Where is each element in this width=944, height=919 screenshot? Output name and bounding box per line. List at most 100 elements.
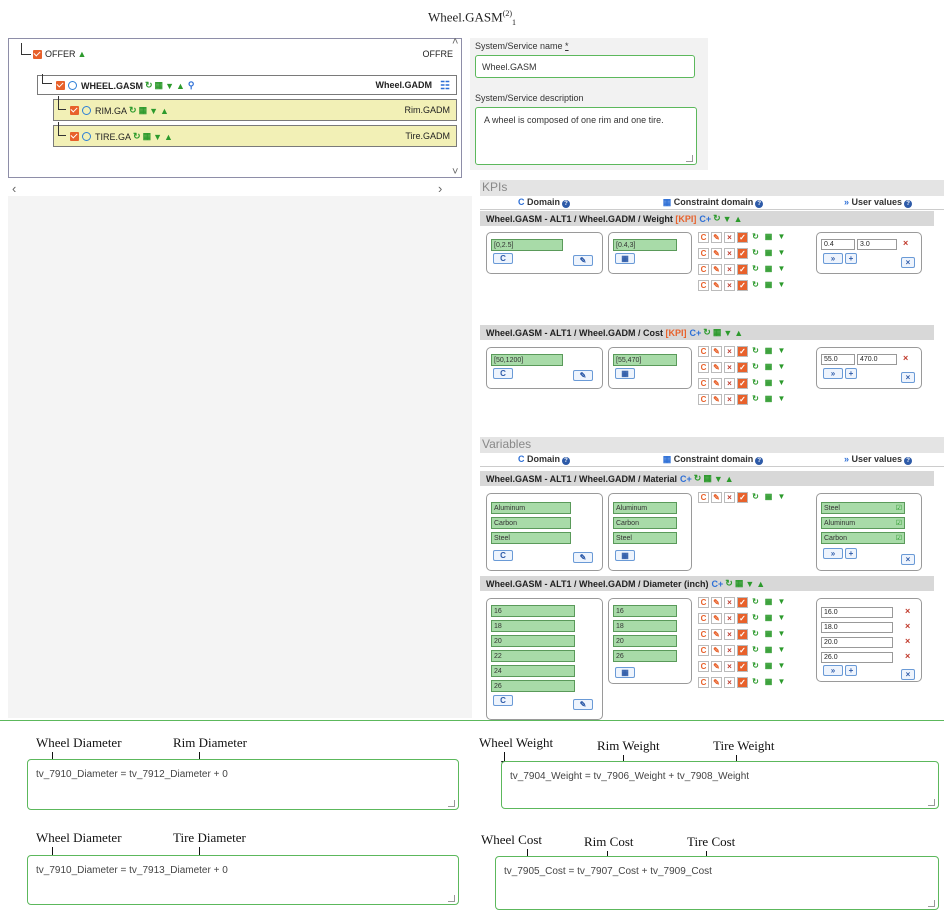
hierarchy-icon[interactable]: ☷ bbox=[440, 79, 450, 92]
user-min-input[interactable]: 0.4 bbox=[821, 239, 855, 250]
constraint-value[interactable]: 16 bbox=[613, 605, 677, 617]
add-button[interactable]: + bbox=[845, 548, 857, 559]
tree-node-offer[interactable]: OFFER ▲ bbox=[33, 49, 86, 59]
checkbox-icon[interactable]: ✓ bbox=[737, 645, 748, 656]
edit-icon[interactable]: ✎ bbox=[711, 264, 722, 275]
checkbox-icon[interactable] bbox=[56, 81, 65, 90]
refresh-icon[interactable]: ↻ bbox=[145, 80, 153, 91]
calculator-icon[interactable]: ▦ bbox=[763, 232, 774, 243]
delete-icon[interactable]: × bbox=[724, 677, 735, 688]
filter-icon[interactable]: ▼ bbox=[723, 214, 732, 224]
forward-button[interactable]: » bbox=[823, 548, 843, 559]
delete-icon[interactable]: × bbox=[724, 264, 735, 275]
edit-icon[interactable]: ✎ bbox=[711, 232, 722, 243]
filter-icon[interactable]: ▼ bbox=[776, 248, 787, 259]
constraint-value[interactable]: [0.4,3] bbox=[613, 239, 677, 251]
filter-icon[interactable]: ▼ bbox=[776, 378, 787, 389]
calculator-icon[interactable]: ▦ bbox=[763, 492, 774, 503]
filter-icon[interactable]: ▼ bbox=[776, 232, 787, 243]
checkbox-icon[interactable]: ✓ bbox=[737, 613, 748, 624]
scroll-down-icon[interactable]: ˅ bbox=[452, 166, 458, 178]
filter-icon[interactable]: ▼ bbox=[776, 264, 787, 275]
clear-button[interactable]: × bbox=[901, 372, 915, 383]
calculator-button[interactable]: ▦ bbox=[615, 253, 635, 264]
checkbox-icon[interactable]: ✓ bbox=[737, 492, 748, 503]
constraint-value[interactable]: Aluminum bbox=[613, 502, 677, 514]
c-icon[interactable]: C bbox=[698, 629, 709, 640]
c-icon[interactable]: C bbox=[698, 645, 709, 656]
c-icon[interactable]: C bbox=[698, 264, 709, 275]
c-icon[interactable]: C bbox=[698, 597, 709, 608]
calculator-icon[interactable]: ▦ bbox=[763, 378, 774, 389]
filter-icon[interactable]: ▼ bbox=[149, 106, 158, 116]
calculator-icon[interactable]: ▦ bbox=[763, 362, 774, 373]
refresh-icon[interactable]: ↻ bbox=[750, 629, 761, 640]
refresh-icon[interactable]: ↻ bbox=[750, 492, 761, 503]
refresh-icon[interactable]: ↻ bbox=[750, 280, 761, 291]
c-icon[interactable]: C bbox=[698, 248, 709, 259]
domain-value[interactable]: [0,2.5] bbox=[491, 239, 563, 251]
domain-value[interactable]: 24 bbox=[491, 665, 575, 677]
forward-button[interactable]: » bbox=[823, 665, 843, 676]
delete-icon[interactable]: × bbox=[905, 606, 910, 616]
tree-node-tire[interactable]: TIRE.GA ↻ ▦ ▼ ▲ Tire.GADM bbox=[53, 122, 457, 147]
name-input[interactable]: Wheel.GASM bbox=[475, 55, 695, 78]
calculator-icon[interactable]: ▦ bbox=[763, 597, 774, 608]
user-value-input[interactable]: 20.0 bbox=[821, 637, 893, 648]
filter-icon[interactable]: ▼ bbox=[776, 661, 787, 672]
user-value[interactable]: Carbon ☑ bbox=[821, 532, 905, 544]
domain-value[interactable]: [50,1200] bbox=[491, 354, 563, 366]
c-icon[interactable]: C bbox=[698, 677, 709, 688]
refresh-icon[interactable]: ↻ bbox=[750, 248, 761, 259]
c-icon[interactable]: C bbox=[698, 280, 709, 291]
checkbox-icon[interactable]: ✓ bbox=[737, 677, 748, 688]
resize-handle[interactable] bbox=[928, 799, 935, 806]
add-constraint-icon[interactable]: C+ bbox=[699, 214, 711, 224]
filter-icon[interactable]: ▼ bbox=[776, 346, 787, 357]
add-constraint-icon[interactable]: C+ bbox=[690, 328, 702, 338]
delete-icon[interactable]: × bbox=[724, 613, 735, 624]
filter-icon[interactable]: ▼ bbox=[776, 645, 787, 656]
domain-value[interactable]: 18 bbox=[491, 620, 575, 632]
calculator-icon[interactable]: ▦ bbox=[155, 80, 164, 91]
refresh-icon[interactable]: ↻ bbox=[713, 213, 721, 224]
edit-icon[interactable]: ✎ bbox=[711, 677, 722, 688]
c-icon[interactable]: C bbox=[698, 362, 709, 373]
add-constraint-icon[interactable]: C+ bbox=[712, 579, 724, 589]
c-icon[interactable]: C bbox=[698, 613, 709, 624]
delete-icon[interactable]: × bbox=[905, 651, 910, 661]
refresh-button[interactable]: C bbox=[493, 253, 513, 264]
delete-icon[interactable]: × bbox=[905, 621, 910, 631]
delete-icon[interactable]: × bbox=[724, 661, 735, 672]
calculator-icon[interactable]: ▦ bbox=[139, 105, 148, 116]
calculator-button[interactable]: ▦ bbox=[615, 550, 635, 561]
clear-button[interactable]: × bbox=[901, 669, 915, 680]
delete-icon[interactable]: × bbox=[724, 378, 735, 389]
checkbox-icon[interactable]: ☑ bbox=[896, 518, 902, 529]
edit-icon[interactable]: ✎ bbox=[711, 492, 722, 503]
refresh-icon[interactable]: ↻ bbox=[725, 578, 733, 589]
edit-icon[interactable]: ✎ bbox=[711, 613, 722, 624]
refresh-icon[interactable]: ↻ bbox=[750, 232, 761, 243]
refresh-icon[interactable]: ↻ bbox=[750, 394, 761, 405]
refresh-icon[interactable]: ↻ bbox=[133, 131, 141, 142]
refresh-icon[interactable]: ↻ bbox=[703, 327, 711, 338]
resize-handle[interactable] bbox=[928, 900, 935, 907]
checkbox-icon[interactable] bbox=[70, 132, 79, 141]
filter-icon[interactable]: ▼ bbox=[714, 474, 723, 484]
user-value[interactable]: Steel ☑ bbox=[821, 502, 905, 514]
resize-handle[interactable] bbox=[448, 800, 455, 807]
tree-node-selected[interactable]: WHEEL.GASM ↻ ▦ ▼ ▲ ⚲ Wheel.GADM ☷ bbox=[37, 74, 457, 95]
formula-cost[interactable]: tv_7905_Cost = tv_7907_Cost + tv_7909_Co… bbox=[495, 856, 939, 910]
checkbox-icon[interactable]: ✓ bbox=[737, 362, 748, 373]
refresh-button[interactable]: C bbox=[493, 695, 513, 706]
checkbox-icon[interactable]: ✓ bbox=[737, 661, 748, 672]
calculator-icon[interactable]: ▦ bbox=[143, 131, 152, 142]
formula-diameter-tire[interactable]: tv_7910_Diameter = tv_7913_Diameter + 0 bbox=[27, 855, 459, 905]
scroll-up-icon[interactable]: ˄ bbox=[452, 36, 458, 48]
user-max-input[interactable]: 3.0 bbox=[857, 239, 897, 250]
resize-handle[interactable] bbox=[686, 155, 693, 162]
domain-value[interactable]: Steel bbox=[491, 532, 571, 544]
refresh-icon[interactable]: ↻ bbox=[694, 473, 702, 484]
delete-icon[interactable]: × bbox=[724, 248, 735, 259]
